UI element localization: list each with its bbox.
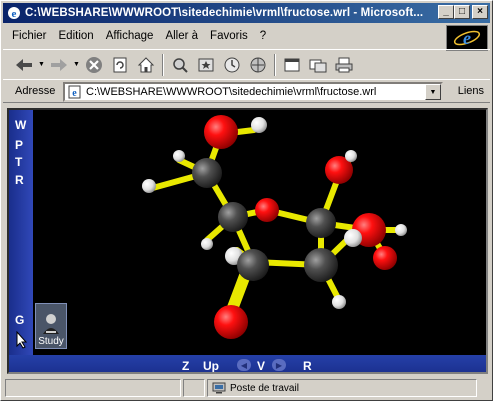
- print-button[interactable]: [331, 52, 357, 78]
- view-previous-icon[interactable]: ◀: [237, 359, 251, 371]
- menu-bar: Fichier Edition Affichage Aller à Favori…: [3, 25, 443, 47]
- study-figure-icon: [43, 314, 59, 334]
- standard-toolbar: ▼ ▼: [3, 49, 490, 79]
- close-icon: ×: [477, 6, 483, 17]
- mail-button[interactable]: [305, 52, 331, 78]
- svg-text:e: e: [12, 8, 17, 20]
- address-input[interactable]: [86, 86, 406, 98]
- goto-button[interactable]: G: [15, 313, 24, 327]
- toolbar-separator: [162, 53, 164, 76]
- links-button[interactable]: Liens: [458, 85, 484, 97]
- atoms: [142, 115, 407, 339]
- title-bar[interactable]: e C:\WEBSHARE\WWWROOT\sitedechimie\vrml\…: [3, 3, 490, 23]
- favorites-button[interactable]: [193, 52, 219, 78]
- minimize-icon: _: [443, 6, 449, 17]
- study-label: Study: [38, 336, 64, 347]
- address-dropdown-icon[interactable]: ▼: [425, 84, 441, 100]
- status-bar: Poste de travail: [3, 378, 490, 398]
- view-button[interactable]: V: [257, 359, 265, 373]
- maximize-button[interactable]: □: [454, 5, 470, 19]
- search-button[interactable]: [167, 52, 193, 78]
- status-text: [5, 379, 181, 397]
- forward-dropdown-icon[interactable]: ▼: [72, 61, 81, 68]
- svg-text:e: e: [463, 28, 471, 48]
- menu-favoris[interactable]: Favoris: [205, 30, 255, 42]
- walk-button[interactable]: W: [15, 118, 26, 132]
- address-field[interactable]: e ▼: [63, 82, 443, 102]
- computer-icon: [212, 382, 226, 394]
- stop-icon: [86, 56, 102, 73]
- vrml-side-panel: W P T R G: [9, 110, 33, 372]
- favorites-icon: [198, 58, 214, 71]
- turn-button[interactable]: T: [15, 155, 22, 169]
- fullscreen-icon: [284, 58, 300, 71]
- status-cell: [183, 379, 205, 397]
- restore-button[interactable]: R: [303, 359, 312, 373]
- page-icon: e: [68, 85, 81, 99]
- toolbar-separator: [274, 53, 276, 76]
- menu-edition[interactable]: Edition: [54, 30, 101, 42]
- channels-button[interactable]: [245, 52, 271, 78]
- search-icon: [173, 57, 188, 73]
- back-dropdown-icon[interactable]: ▼: [37, 61, 46, 68]
- menu-fichier[interactable]: Fichier: [7, 30, 54, 42]
- fullscreen-button[interactable]: [279, 52, 305, 78]
- forward-button[interactable]: [46, 52, 72, 78]
- back-icon: [16, 58, 32, 71]
- vrml-nav-bar: Z Up ◀ V ▶ R: [9, 355, 486, 373]
- channels-icon: [250, 57, 266, 72]
- zoom-button[interactable]: Z: [182, 359, 189, 373]
- stop-button[interactable]: [81, 52, 107, 78]
- forward-icon: [51, 58, 67, 71]
- address-label: Adresse: [15, 85, 56, 97]
- menu-affichage[interactable]: Affichage: [101, 30, 161, 42]
- security-zone: Poste de travail: [207, 379, 477, 397]
- zone-label: Poste de travail: [230, 382, 299, 394]
- history-icon: [224, 57, 240, 72]
- home-icon: [137, 56, 155, 72]
- mouse-cursor-icon: [16, 330, 28, 352]
- svg-text:e: e: [72, 88, 77, 99]
- study-button[interactable]: Study: [35, 303, 67, 349]
- history-button[interactable]: [219, 52, 245, 78]
- pan-button[interactable]: P: [15, 138, 23, 152]
- view-next-icon[interactable]: ▶: [272, 359, 286, 371]
- maximize-icon: □: [458, 6, 466, 17]
- mail-icon: [309, 59, 327, 72]
- print-icon: [335, 57, 353, 72]
- minimize-button[interactable]: _: [438, 5, 454, 19]
- close-button[interactable]: ×: [472, 5, 488, 19]
- home-button[interactable]: [133, 52, 159, 78]
- menu-aller-a[interactable]: Aller à: [160, 30, 205, 42]
- browser-window: e C:\WEBSHARE\WWWROOT\sitedechimie\vrml\…: [0, 0, 493, 401]
- address-bar: Adresse e ▼ Liens: [3, 79, 490, 103]
- window-title: C:\WEBSHARE\WWWROOT\sitedechimie\vrml\fr…: [25, 7, 424, 19]
- up-button[interactable]: Up: [203, 359, 219, 373]
- back-button[interactable]: [11, 52, 37, 78]
- ie-throbber-logo: e: [446, 25, 488, 51]
- roll-button[interactable]: R: [15, 173, 24, 187]
- vrml-viewer[interactable]: W P T R G Study Z Up ◀ V ▶ R: [7, 108, 488, 374]
- ie-title-icon: e: [6, 5, 22, 21]
- fructose-molecule-3d[interactable]: [9, 110, 488, 372]
- menu-help[interactable]: ?: [255, 30, 273, 42]
- refresh-button[interactable]: [107, 52, 133, 78]
- refresh-icon: [113, 57, 127, 72]
